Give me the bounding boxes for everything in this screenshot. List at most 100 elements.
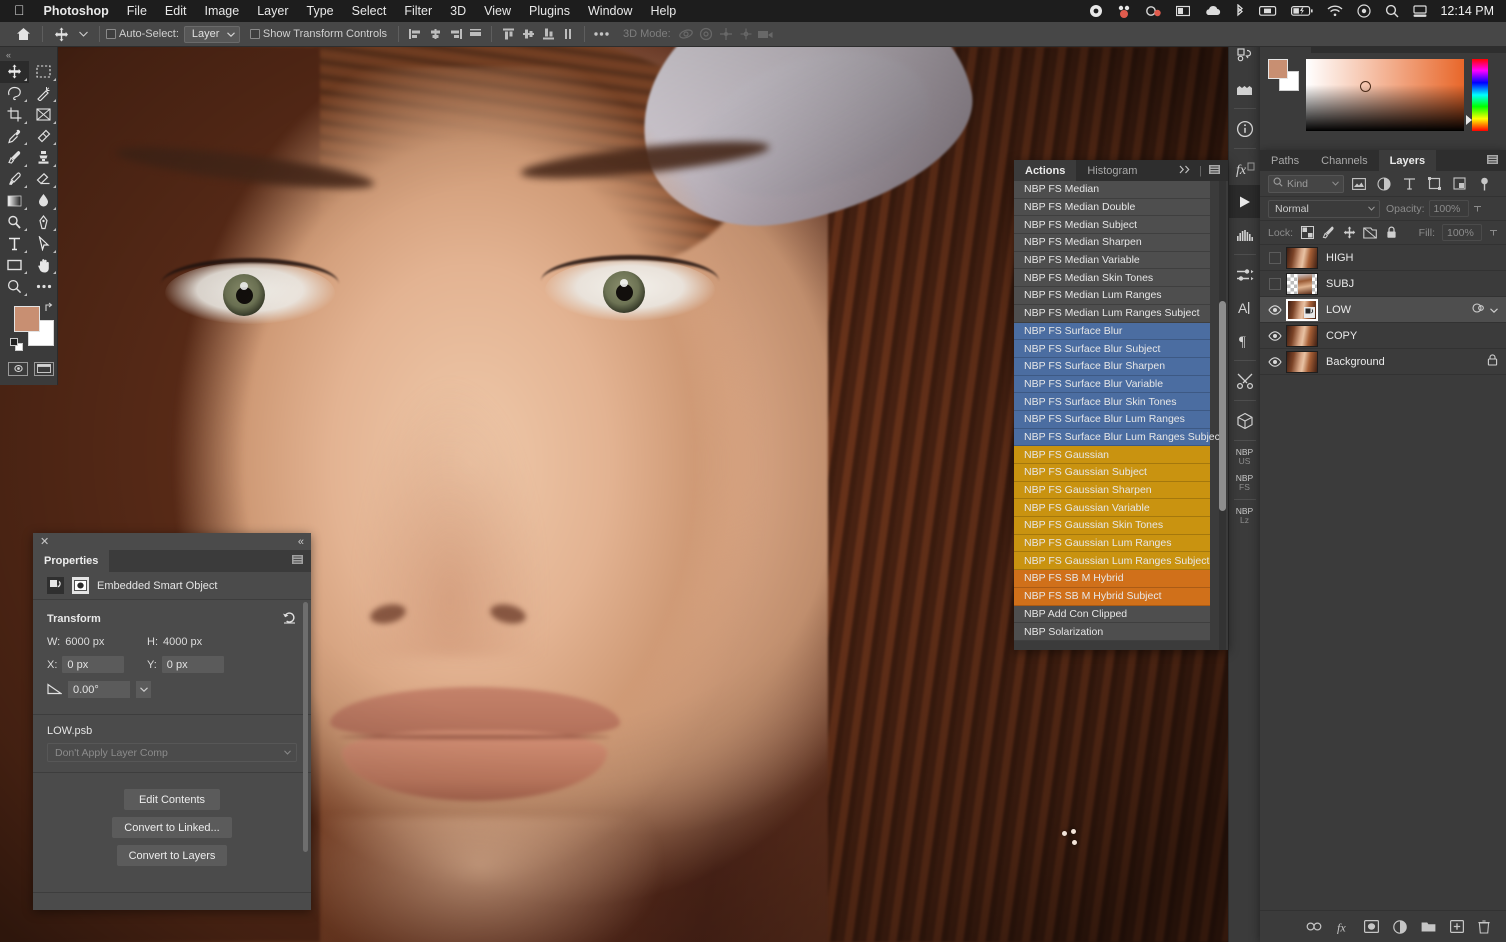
- action-row[interactable]: NBP FS Median Double: [1014, 199, 1210, 217]
- distribute-h-icon[interactable]: [465, 24, 485, 44]
- action-row[interactable]: NBP FS Median Sharpen: [1014, 234, 1210, 252]
- cloud-icon[interactable]: [1197, 5, 1228, 17]
- action-row[interactable]: NBP FS SB M Hybrid: [1014, 570, 1210, 588]
- battery-case-icon[interactable]: [1252, 5, 1284, 17]
- menu-filter[interactable]: Filter: [395, 4, 441, 18]
- apple-logo-icon[interactable]: : [8, 2, 35, 20]
- layer-styles-icon[interactable]: fx: [1229, 152, 1261, 185]
- menu-plugins[interactable]: Plugins: [520, 4, 579, 18]
- filter-type-icon[interactable]: [1399, 175, 1419, 193]
- action-row[interactable]: NBP FS Surface Blur Lum Ranges Subject: [1014, 429, 1210, 447]
- smart-filters-icon[interactable]: [1472, 302, 1485, 317]
- character-icon[interactable]: A: [1229, 291, 1261, 324]
- menu-3d[interactable]: 3D: [441, 4, 475, 18]
- tool-preset-chevron-icon[interactable]: [74, 22, 93, 47]
- layer-row[interactable]: COPY: [1260, 323, 1506, 349]
- wifi-icon[interactable]: [1320, 5, 1350, 17]
- align-bottom-icon[interactable]: [538, 24, 558, 44]
- gradient-tool[interactable]: [0, 190, 29, 212]
- action-row[interactable]: NBP FS Surface Blur Variable: [1014, 376, 1210, 394]
- layer-thumbnail[interactable]: [1286, 273, 1318, 295]
- action-row[interactable]: NBP FS Gaussian Skin Tones: [1014, 517, 1210, 535]
- action-row[interactable]: NBP FS Median Subject: [1014, 216, 1210, 234]
- blend-mode-dropdown[interactable]: Normal: [1268, 200, 1380, 218]
- paragraph-icon[interactable]: ¶: [1229, 324, 1261, 357]
- layer-row[interactable]: SUBJ: [1260, 271, 1506, 297]
- menu-file[interactable]: File: [118, 4, 156, 18]
- info-icon[interactable]: [1229, 112, 1261, 145]
- action-row[interactable]: NBP FS Gaussian Subject: [1014, 464, 1210, 482]
- tab-actions[interactable]: Actions: [1014, 160, 1076, 181]
- edit-toolbar-button[interactable]: [29, 276, 58, 298]
- color-field[interactable]: [1306, 59, 1464, 131]
- record-icon[interactable]: [1082, 4, 1110, 18]
- adjustments-presets-icon[interactable]: [1229, 72, 1261, 105]
- battery-icon[interactable]: [1284, 5, 1320, 17]
- quick-mask-icon[interactable]: [8, 362, 28, 376]
- lasso-tool[interactable]: [0, 83, 29, 105]
- history-brush-tool[interactable]: [0, 169, 29, 191]
- menu-type[interactable]: Type: [298, 4, 343, 18]
- app-red-icon[interactable]: [1110, 4, 1139, 18]
- action-row[interactable]: NBP FS Gaussian Lum Ranges: [1014, 535, 1210, 553]
- menu-help[interactable]: Help: [641, 4, 685, 18]
- new-adjustment-layer-icon[interactable]: [1393, 920, 1407, 934]
- nbp-fs-panel[interactable]: NBPFS: [1229, 470, 1261, 496]
- auto-select-dropdown[interactable]: Layer: [184, 26, 240, 43]
- menu-layer[interactable]: Layer: [248, 4, 297, 18]
- align-center-v-icon[interactable]: [518, 24, 538, 44]
- filter-smart-icon[interactable]: [1449, 175, 1469, 193]
- action-row[interactable]: NBP FS Median: [1014, 181, 1210, 199]
- hue-slider[interactable]: [1472, 59, 1488, 131]
- control-center-icon[interactable]: [1350, 4, 1378, 18]
- adjustments-icon[interactable]: [1229, 258, 1261, 291]
- delete-layer-icon[interactable]: [1478, 920, 1490, 934]
- actions-list[interactable]: NBP FS MedianNBP FS Median DoubleNBP FS …: [1014, 181, 1228, 650]
- layer-comp-dropdown[interactable]: Don't Apply Layer Comp: [47, 743, 297, 762]
- layers-list[interactable]: HIGHSUBJLOWCOPYBackground: [1260, 245, 1506, 375]
- fill-value[interactable]: 100%: [1442, 224, 1482, 241]
- distribute-v-icon[interactable]: [558, 24, 578, 44]
- collapse-panel-icon[interactable]: «: [0, 49, 57, 61]
- menu-window[interactable]: Window: [579, 4, 641, 18]
- type-tool[interactable]: [0, 233, 29, 255]
- action-row[interactable]: NBP Add Con Clipped: [1014, 606, 1210, 624]
- eraser-tool[interactable]: [29, 169, 58, 191]
- screen-mode-icon[interactable]: [34, 362, 54, 376]
- edit-contents-button[interactable]: Edit Contents: [124, 789, 220, 810]
- layer-visibility-toggle[interactable]: [1264, 252, 1286, 264]
- more-options-icon[interactable]: [591, 24, 611, 44]
- menu-photoshop[interactable]: Photoshop: [35, 4, 118, 18]
- action-row[interactable]: NBP FS Median Variable: [1014, 252, 1210, 270]
- dodge-tool[interactable]: [0, 212, 29, 234]
- align-right-icon[interactable]: [445, 24, 465, 44]
- action-row[interactable]: NBP FS Surface Blur Subject: [1014, 340, 1210, 358]
- action-row[interactable]: NBP FS Median Skin Tones: [1014, 269, 1210, 287]
- action-row[interactable]: NBP FS Gaussian Lum Ranges Subject: [1014, 552, 1210, 570]
- filter-toggle-icon[interactable]: [1474, 175, 1494, 193]
- layer-row[interactable]: HIGH: [1260, 245, 1506, 271]
- layer-visibility-eye-icon[interactable]: [1264, 331, 1286, 341]
- move-tool[interactable]: [0, 61, 29, 83]
- tab-channels[interactable]: Channels: [1310, 150, 1378, 171]
- layer-thumbnail[interactable]: [1286, 247, 1318, 269]
- filter-pixel-icon[interactable]: [1349, 175, 1369, 193]
- expand-filters-chevron-icon[interactable]: [1490, 304, 1498, 316]
- close-icon[interactable]: ✕: [40, 535, 49, 548]
- rectangular-marquee-tool[interactable]: [29, 61, 58, 83]
- add-layer-mask-icon[interactable]: [1364, 920, 1379, 933]
- align-center-h-icon[interactable]: [425, 24, 445, 44]
- pen-tool[interactable]: [29, 212, 58, 234]
- nbp-lz-panel[interactable]: NBPLz: [1229, 503, 1261, 529]
- reset-transform-icon[interactable]: [282, 610, 297, 627]
- new-layer-icon[interactable]: [1450, 920, 1464, 933]
- spot-healing-brush-tool[interactable]: [29, 126, 58, 148]
- properties-scrollbar[interactable]: [303, 602, 308, 852]
- layer-thumbnail[interactable]: [1286, 299, 1318, 321]
- actions-scrollbar[interactable]: [1219, 301, 1226, 511]
- menu-image[interactable]: Image: [195, 4, 248, 18]
- action-row[interactable]: NBP FS Gaussian Variable: [1014, 499, 1210, 517]
- panel-menu-icon[interactable]: [292, 555, 311, 567]
- bluetooth-icon[interactable]: [1228, 4, 1252, 18]
- filter-shape-icon[interactable]: [1424, 175, 1444, 193]
